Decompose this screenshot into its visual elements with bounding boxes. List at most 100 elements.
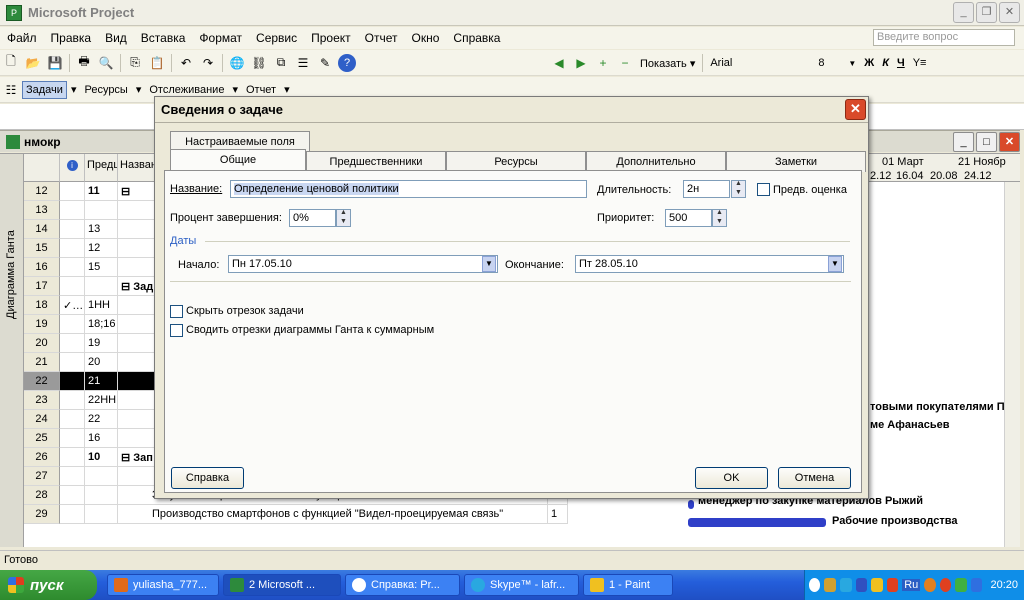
- menu-help[interactable]: Справка: [446, 31, 507, 45]
- tray-user-icon[interactable]: [855, 578, 868, 592]
- predecessors-header[interactable]: Предш: [85, 154, 118, 182]
- minus-icon[interactable]: −: [616, 54, 634, 72]
- cancel-button[interactable]: Отмена: [778, 467, 851, 489]
- predecessors-cell[interactable]: [85, 467, 118, 486]
- priority-field[interactable]: 500: [665, 209, 712, 227]
- copy-icon[interactable]: ⎘: [126, 54, 144, 72]
- underline-button[interactable]: Ч: [893, 57, 909, 69]
- indicators-header[interactable]: i: [60, 154, 85, 182]
- new-icon[interactable]: 🗋: [2, 54, 20, 72]
- restore-button[interactable]: ❐: [976, 2, 997, 23]
- indicator-cell[interactable]: [60, 505, 85, 524]
- bold-button[interactable]: Ж: [860, 57, 878, 69]
- tracking-dropdown-icon[interactable]: ▾: [228, 83, 242, 96]
- indicator-cell[interactable]: [60, 277, 85, 296]
- start-date-dropdown-icon[interactable]: ▼: [482, 256, 496, 272]
- tray-pencil-icon[interactable]: [824, 578, 837, 592]
- close-button[interactable]: ✕: [999, 2, 1020, 23]
- priority-spinner[interactable]: [712, 209, 727, 227]
- row-number-cell[interactable]: 25: [24, 429, 60, 448]
- tray-network-icon[interactable]: [970, 578, 983, 592]
- row-number-header[interactable]: [24, 154, 60, 182]
- inner-maximize-button[interactable]: □: [976, 131, 997, 152]
- gantt-bar[interactable]: [688, 500, 694, 509]
- language-indicator[interactable]: Ru: [902, 579, 921, 591]
- menu-file[interactable]: Файл: [0, 31, 44, 45]
- row-number-cell[interactable]: 16: [24, 258, 60, 277]
- menu-project[interactable]: Проект: [304, 31, 358, 45]
- indicator-cell[interactable]: [60, 486, 85, 505]
- tracking-button[interactable]: Отслеживание: [145, 84, 228, 96]
- plus-icon[interactable]: +: [594, 54, 612, 72]
- estimated-checkbox[interactable]: [757, 183, 770, 196]
- notes-icon[interactable]: ✎: [316, 54, 334, 72]
- predecessors-cell[interactable]: [85, 201, 118, 220]
- indicator-cell[interactable]: [60, 201, 85, 220]
- predecessors-cell[interactable]: 18;16: [85, 315, 118, 334]
- tasks-button[interactable]: Задачи: [22, 80, 67, 99]
- tray-circle-icon[interactable]: [924, 578, 936, 592]
- task-name-cell[interactable]: Производство смартфонов с функцией "Виде…: [118, 505, 548, 524]
- print-icon[interactable]: 🖶: [75, 54, 93, 72]
- row-number-cell[interactable]: 28: [24, 486, 60, 505]
- indicator-cell[interactable]: [60, 182, 85, 201]
- minimize-button[interactable]: _: [953, 2, 974, 23]
- tray-wifi-icon[interactable]: [955, 578, 967, 592]
- taskbar-item[interactable]: yuliasha_777...: [107, 574, 219, 596]
- finish-date-dropdown-icon[interactable]: ▼: [828, 256, 842, 272]
- show-dropdown[interactable]: Показать ▾: [636, 57, 699, 70]
- predecessors-cell[interactable]: 10: [85, 448, 118, 467]
- row-number-cell[interactable]: 13: [24, 201, 60, 220]
- tab-predecessors[interactable]: Предшественники: [306, 151, 446, 172]
- row-number-cell[interactable]: 20: [24, 334, 60, 353]
- tray-opera-icon[interactable]: [939, 578, 952, 592]
- views-list-icon[interactable]: ☷: [2, 81, 20, 99]
- indicator-cell[interactable]: [60, 429, 85, 448]
- ok-button[interactable]: OK: [695, 467, 768, 489]
- task-info-icon[interactable]: ☰: [294, 54, 312, 72]
- indicator-cell[interactable]: [60, 410, 85, 429]
- row-number-cell[interactable]: 24: [24, 410, 60, 429]
- indicator-cell[interactable]: [60, 334, 85, 353]
- row-number-cell[interactable]: 18: [24, 296, 60, 315]
- percent-complete-spinner[interactable]: [336, 209, 351, 227]
- indicator-cell[interactable]: [60, 239, 85, 258]
- rollup-checkbox[interactable]: [170, 324, 183, 337]
- predecessors-cell[interactable]: 22: [85, 410, 118, 429]
- row-number-cell[interactable]: 29: [24, 505, 60, 524]
- predecessors-cell[interactable]: 16: [85, 429, 118, 448]
- duration-spinner[interactable]: [731, 180, 746, 198]
- help-button[interactable]: Справка: [171, 467, 244, 489]
- inner-minimize-button[interactable]: _: [953, 131, 974, 152]
- paste-icon[interactable]: 📋: [148, 54, 166, 72]
- ask-question-input[interactable]: Введите вопрос: [873, 29, 1015, 46]
- predecessors-cell[interactable]: 13: [85, 220, 118, 239]
- row-number-cell[interactable]: 15: [24, 239, 60, 258]
- row-number-cell[interactable]: 27: [24, 467, 60, 486]
- redo-icon[interactable]: ↷: [199, 54, 217, 72]
- start-date-field[interactable]: Пн 17.05.10: [228, 255, 498, 273]
- taskbar-item[interactable]: Skype™ - lafr...: [464, 574, 579, 596]
- clock[interactable]: 20:20: [990, 579, 1018, 591]
- indicator-cell[interactable]: [60, 372, 85, 391]
- dialog-close-button[interactable]: ✕: [845, 99, 866, 120]
- menu-view[interactable]: Вид: [98, 31, 134, 45]
- tray-shield-icon[interactable]: [871, 578, 883, 592]
- row-number-cell[interactable]: 26: [24, 448, 60, 467]
- print-preview-icon[interactable]: 🔍: [97, 54, 115, 72]
- report-dropdown-icon[interactable]: ▾: [280, 83, 294, 96]
- predecessors-cell[interactable]: 11: [85, 182, 118, 201]
- predecessors-cell[interactable]: 19: [85, 334, 118, 353]
- predecessors-cell[interactable]: 15: [85, 258, 118, 277]
- menu-format[interactable]: Формат: [192, 31, 249, 45]
- duration-cell[interactable]: 1: [548, 505, 568, 524]
- row-number-cell[interactable]: 12: [24, 182, 60, 201]
- indicator-cell[interactable]: [60, 467, 85, 486]
- percent-complete-field[interactable]: 0%: [289, 209, 336, 227]
- gantt-bar[interactable]: [688, 518, 826, 527]
- arrow-right-icon[interactable]: ▶: [572, 54, 590, 72]
- font-select[interactable]: Arial: [706, 57, 814, 69]
- row-number-cell[interactable]: 23: [24, 391, 60, 410]
- tray-arrow-icon[interactable]: [808, 578, 821, 592]
- indicator-cell[interactable]: [60, 448, 85, 467]
